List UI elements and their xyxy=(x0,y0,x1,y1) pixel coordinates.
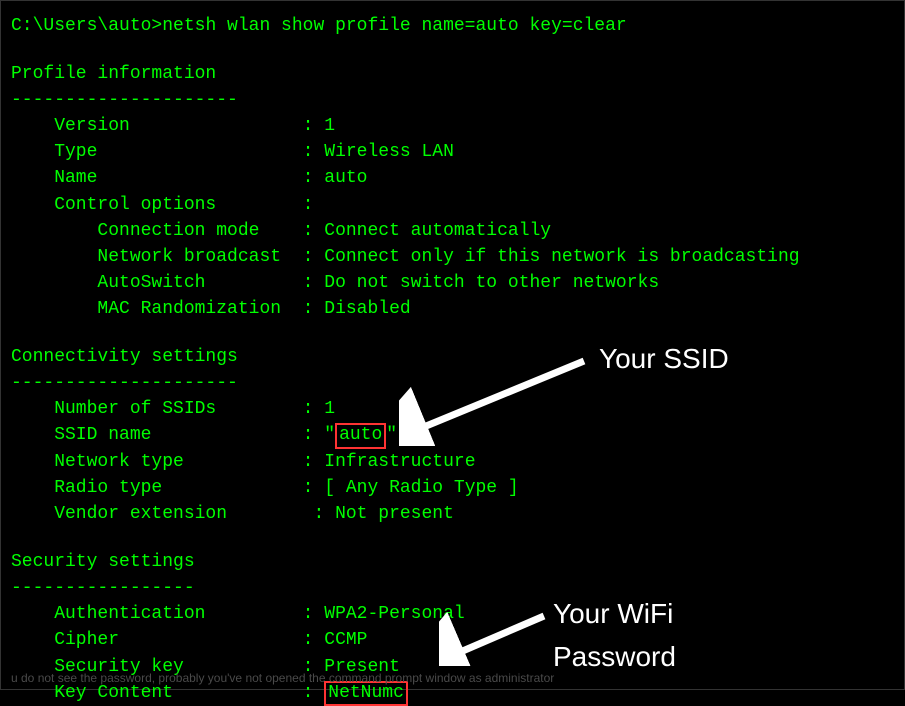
row-mac-randomization: MAC Randomization : Disabled xyxy=(11,296,894,322)
section-header-profile: Profile information xyxy=(11,61,894,87)
footer-hint: u do not see the password, probably you'… xyxy=(11,670,554,687)
arrow-password-icon xyxy=(439,611,549,666)
annotation-password-1: Your WiFi xyxy=(553,594,673,635)
arrow-ssid-icon xyxy=(399,356,589,446)
divider: --------------------- xyxy=(11,87,894,113)
row-version: Version : 1 xyxy=(11,113,894,139)
row-control-options: Control options : xyxy=(11,192,894,218)
prompt-path: C:\Users\auto> xyxy=(11,16,162,36)
row-type: Type : Wireless LAN xyxy=(11,139,894,165)
row-autoswitch: AutoSwitch : Do not switch to other netw… xyxy=(11,270,894,296)
annotation-ssid: Your SSID xyxy=(599,339,729,380)
command-text: netsh wlan show profile name=auto key=cl… xyxy=(162,16,626,36)
row-radio-type: Radio type : [ Any Radio Type ] xyxy=(11,475,894,501)
row-connection-mode: Connection mode : Connect automatically xyxy=(11,218,894,244)
row-vendor-extension: Vendor extension : Not present xyxy=(11,501,894,527)
divider: ----------------- xyxy=(11,575,894,601)
row-network-type: Network type : Infrastructure xyxy=(11,449,894,475)
row-network-broadcast: Network broadcast : Connect only if this… xyxy=(11,244,894,270)
row-name: Name : auto xyxy=(11,165,894,191)
command-prompt-line: C:\Users\auto>netsh wlan show profile na… xyxy=(11,13,894,39)
section-header-security: Security settings xyxy=(11,549,894,575)
ssid-highlight: auto xyxy=(335,423,386,449)
annotation-password-2: Password xyxy=(553,637,676,678)
